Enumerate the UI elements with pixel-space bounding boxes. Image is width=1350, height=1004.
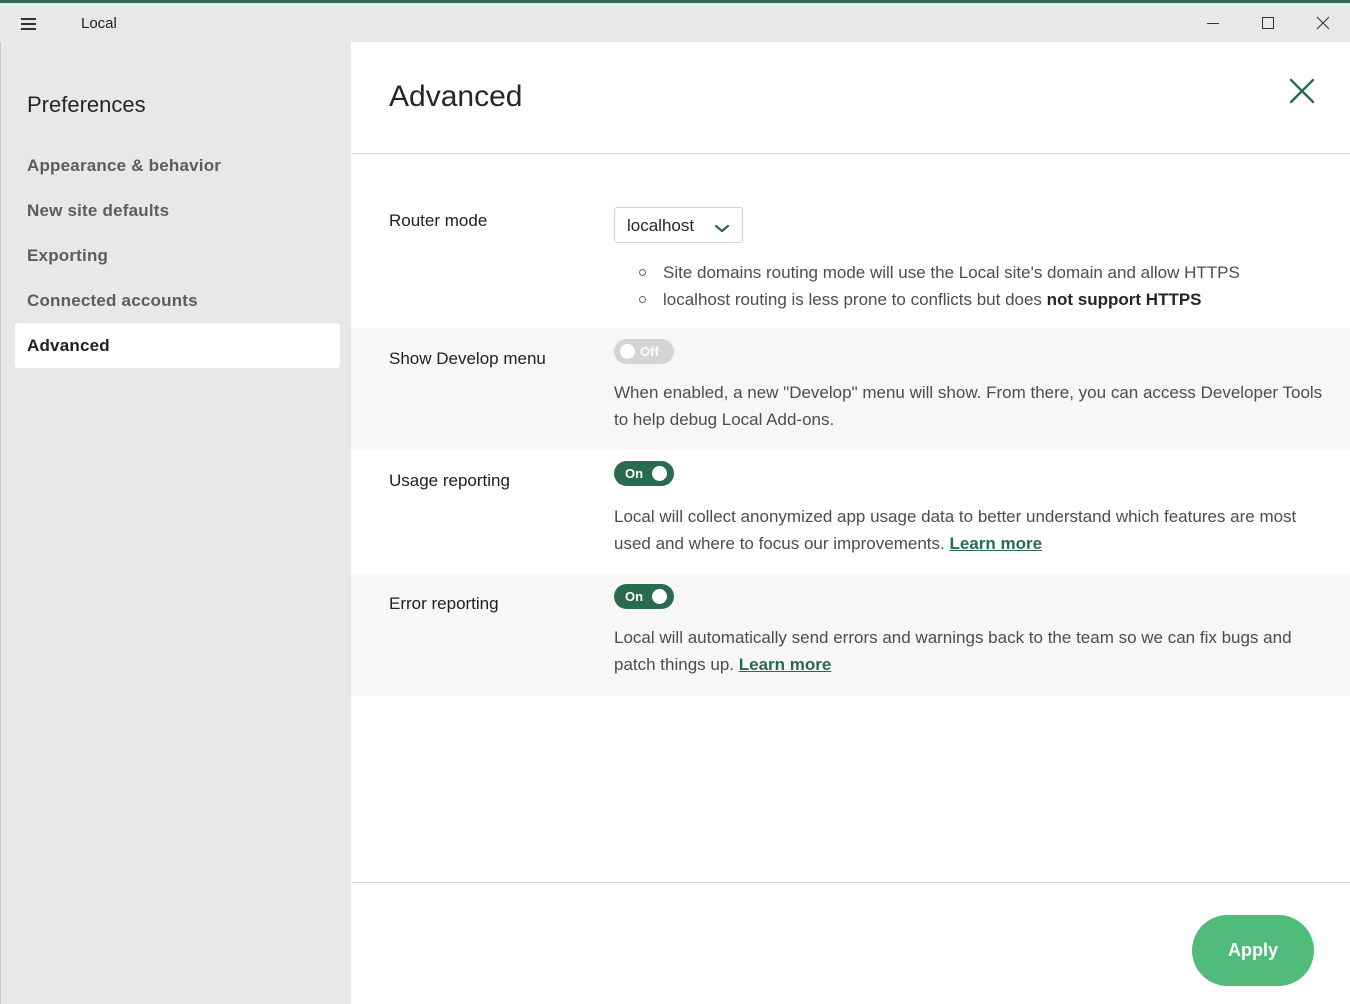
develop-menu-label: Show Develop menu (389, 349, 546, 368)
bullet-icon (639, 296, 646, 303)
toggle-knob (652, 589, 667, 604)
panel-header: Advanced (351, 42, 1350, 154)
note-bold-text: not support HTTPS (1046, 290, 1202, 309)
error-reporting-row: Error reporting On Local will automatica… (351, 574, 1350, 696)
close-preferences-icon[interactable] (1287, 76, 1317, 106)
title-bar: Local (0, 0, 1350, 42)
sidebar-item-appearance[interactable]: Appearance & behavior (15, 143, 340, 188)
router-mode-label: Router mode (389, 211, 488, 230)
sidebar-item-advanced[interactable]: Advanced (15, 323, 340, 368)
hamburger-menu-icon[interactable] (19, 14, 39, 32)
sidebar-item-exporting[interactable]: Exporting (15, 233, 340, 278)
list-item: Site domains routing mode will use the L… (639, 259, 1240, 286)
close-icon[interactable] (1300, 3, 1346, 43)
toggle-state-text: On (625, 466, 644, 481)
sidebar-title: Preferences (27, 92, 146, 117)
apply-button[interactable]: Apply (1192, 915, 1314, 986)
toggle-knob (620, 344, 635, 359)
router-mode-row: Router mode localhost Site domains routi… (351, 155, 1350, 328)
list-item: localhost routing is less prone to confl… (639, 286, 1240, 313)
note-text: localhost routing is less prone to confl… (663, 290, 1047, 309)
preferences-sidebar: Preferences Appearance & behavior New si… (0, 42, 351, 1004)
usage-reporting-toggle[interactable]: On (614, 461, 674, 486)
error-reporting-text: Local will automatically send errors and… (614, 628, 1292, 674)
toggle-knob (652, 466, 667, 481)
footer-divider (351, 882, 1350, 883)
toggle-state-text: Off (640, 344, 659, 359)
chevron-down-icon (714, 221, 730, 239)
usage-learn-more-link[interactable]: Learn more (949, 534, 1042, 553)
error-learn-more-link[interactable]: Learn more (739, 655, 832, 674)
page-title: Advanced (389, 80, 523, 113)
toggle-state-text: On (625, 589, 644, 604)
minimize-icon[interactable] (1190, 3, 1236, 43)
usage-reporting-label: Usage reporting (389, 471, 510, 490)
router-mode-notes: Site domains routing mode will use the L… (639, 259, 1240, 313)
develop-menu-description: When enabled, a new "Develop" menu will … (614, 383, 1323, 429)
usage-reporting-description: Local will collect anonymized app usage … (614, 503, 1324, 557)
app-title: Local (81, 15, 117, 32)
note-text: Site domains routing mode will use the L… (663, 263, 1240, 282)
sidebar-item-new-site-defaults[interactable]: New site defaults (15, 188, 340, 233)
maximize-icon[interactable] (1245, 3, 1291, 43)
router-mode-value: localhost (627, 216, 695, 235)
bullet-icon (639, 269, 646, 276)
develop-menu-toggle[interactable]: Off (614, 339, 674, 364)
usage-reporting-row: Usage reporting On Local will collect an… (351, 450, 1350, 574)
sidebar-item-connected-accounts[interactable]: Connected accounts (15, 278, 340, 323)
error-reporting-description: Local will automatically send errors and… (614, 624, 1324, 678)
error-reporting-toggle[interactable]: On (614, 584, 674, 609)
develop-menu-row: Show Develop menu Off When enabled, a ne… (351, 328, 1350, 450)
router-mode-select[interactable]: localhost (614, 207, 743, 243)
advanced-panel: Advanced Router mode localhost Site doma… (351, 42, 1350, 1004)
error-reporting-label: Error reporting (389, 594, 499, 613)
